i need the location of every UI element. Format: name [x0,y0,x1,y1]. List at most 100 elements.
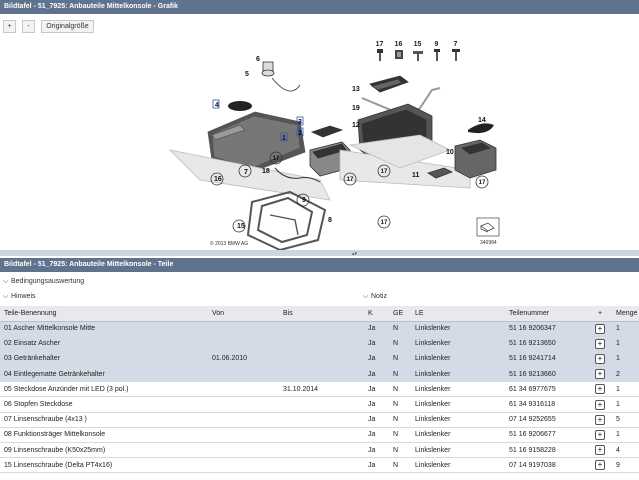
le-cell: Linkslenker [411,412,505,428]
screw-icon [433,49,440,61]
parts-diagram[interactable]: 1 2 3 4 5 6 7 8 9 10 11 12 13 14 15 16 1… [0,40,639,252]
part-5-6-drawing [261,61,301,92]
part-number-cell: 07 14 9197038 [505,457,588,474]
table-row[interactable]: 06 Stopfen Steckdose Ja N Linkslenker 61 34 … [0,396,639,413]
panel-splitter[interactable]: ▴▾ [0,250,639,257]
valid-to-cell [279,321,364,337]
part-name-cell: 08 Funktionsträger Mittelkonsole [0,427,208,444]
table-row[interactable]: 15 Linsenschraube (Delta PT4x16) Ja N Links… [0,457,639,474]
splitter-handle-icon: ▴▾ [352,251,358,257]
add-to-cart-button[interactable]: + [595,399,605,410]
column-header-to[interactable]: Bis [279,306,364,322]
add-to-cart-button[interactable]: + [595,445,605,456]
quantity-cell: 1 [612,396,639,413]
valid-to-cell: 31.10.2014 [279,381,364,398]
callout-17d: 17 [381,220,388,226]
console-left-drawing [168,111,331,201]
add-to-cart-cell: + [588,457,612,474]
column-header-add[interactable]: + [588,306,612,322]
k-cell: Ja [364,442,389,459]
valid-from-cell [208,442,279,459]
le-cell: Linkslenker [411,427,505,444]
zoom-in-button[interactable]: + [3,20,16,33]
add-to-cart-button[interactable]: + [595,353,605,364]
conditions-filter-toggle[interactable]: ⌵ Bedingungsauswertung [0,276,639,288]
callout-17b: 17 [347,177,354,183]
diagram-toolbar: + - Originalgröße [0,17,639,37]
zoom-out-button[interactable]: - [22,20,35,33]
valid-from-cell [208,381,279,398]
column-header-k[interactable]: K [364,306,389,322]
part-name-cell: 01 Ascher Mittelkonsole Mitte [0,321,208,337]
part-number-cell: 07 14 9252655 [505,412,588,428]
k-cell: Ja [364,351,389,368]
le-cell: Linkslenker [411,366,505,383]
le-cell: Linkslenker [411,457,505,474]
add-to-cart-button[interactable]: + [595,460,605,471]
quantity-cell: 1 [612,351,639,368]
column-header-name[interactable]: Teile-Benennung [0,306,208,322]
callout-17a: 17 [273,156,280,162]
add-to-cart-cell: + [588,442,612,459]
ge-cell: N [389,396,411,413]
k-cell: Ja [364,412,389,428]
legend-item-7: 7 [447,40,464,66]
column-header-from[interactable]: Von [208,306,279,322]
valid-from-cell [208,366,279,383]
table-row[interactable]: 09 Linsenschraube (K50x25mm) Ja N Linkslenk… [0,442,639,459]
table-row[interactable]: 02 Einsatz Ascher Ja N Linkslenker 51 16 921… [0,336,639,352]
add-to-cart-button[interactable]: + [595,429,605,440]
quantity-cell: 2 [612,366,639,383]
part-4-drawing [228,101,252,111]
add-to-cart-button[interactable]: + [595,414,605,425]
column-header-quantity[interactable]: Menge [612,306,639,322]
table-row[interactable]: 03 Getränkehalter 01.06.2010 Ja N Linkslenke… [0,351,639,368]
hints-filter-toggle[interactable]: ⌵ Hinweis [3,291,36,303]
add-to-cart-button[interactable]: + [595,369,605,380]
legend-label: 9 [434,41,439,48]
k-cell: Ja [364,321,389,337]
ge-cell: N [389,457,411,474]
k-cell: Ja [364,457,389,474]
valid-from-cell [208,412,279,428]
part-name-cell: 06 Stopfen Steckdose [0,396,208,413]
add-to-cart-button[interactable]: + [595,323,605,334]
ge-cell: N [389,351,411,368]
quantity-cell: 1 [612,381,639,398]
valid-from-cell [208,396,279,413]
add-to-cart-button[interactable]: + [595,384,605,395]
table-row[interactable]: 04 Eintlegematte Getränkehalter Ja N Linksl… [0,366,639,383]
valid-to-cell [279,442,364,459]
notes-filter-toggle[interactable]: ⌵ Notiz [363,291,387,303]
callout-10: 10 [446,149,454,156]
callout-5: 5 [245,71,249,78]
hints-filter-label: Hinweis [11,293,36,300]
table-row[interactable]: 07 Linsenschraube (4x13 ) Ja N Linkslenker 0… [0,412,639,428]
valid-to-cell [279,351,364,368]
part-13-drawing [369,75,409,93]
part-number-cell: 51 16 9206347 [505,321,588,337]
valid-to-cell [279,396,364,413]
legend-item-16: 16 [390,40,407,66]
table-row[interactable]: 01 Ascher Mittelkonsole Mitte Ja N Linkslen… [0,321,639,337]
add-to-cart-button[interactable]: + [595,338,605,349]
legend-label: 15 [413,41,422,48]
column-header-ge[interactable]: GE [389,306,411,322]
clip-icon [394,50,403,59]
quantity-cell: 1 [612,336,639,352]
callout-17e: 17 [479,180,486,186]
quantity-cell: 1 [612,427,639,444]
chevron-down-icon: ⌵ [3,278,9,285]
table-row[interactable]: 08 Funktionsträger Mittelkonsole Ja N Links… [0,427,639,444]
valid-from-cell: 01.06.2010 [208,351,279,368]
column-header-part-number[interactable]: Teilenummer [505,306,588,322]
table-row[interactable]: 05 Steckdose Anzünder mit LED (3 pol.) 31… [0,381,639,398]
callout-16: 16 [214,176,222,183]
chevron-down-icon: ⌵ [363,293,369,300]
diagram-copyright: © 2013 BMW AG [210,240,248,247]
original-size-button[interactable]: Originalgröße [41,20,94,33]
quantity-cell: 9 [612,457,639,474]
column-header-le[interactable]: LE [411,306,505,322]
part-name-cell: 04 Eintlegematte Getränkehalter [0,366,208,383]
add-to-cart-cell: + [588,427,612,444]
